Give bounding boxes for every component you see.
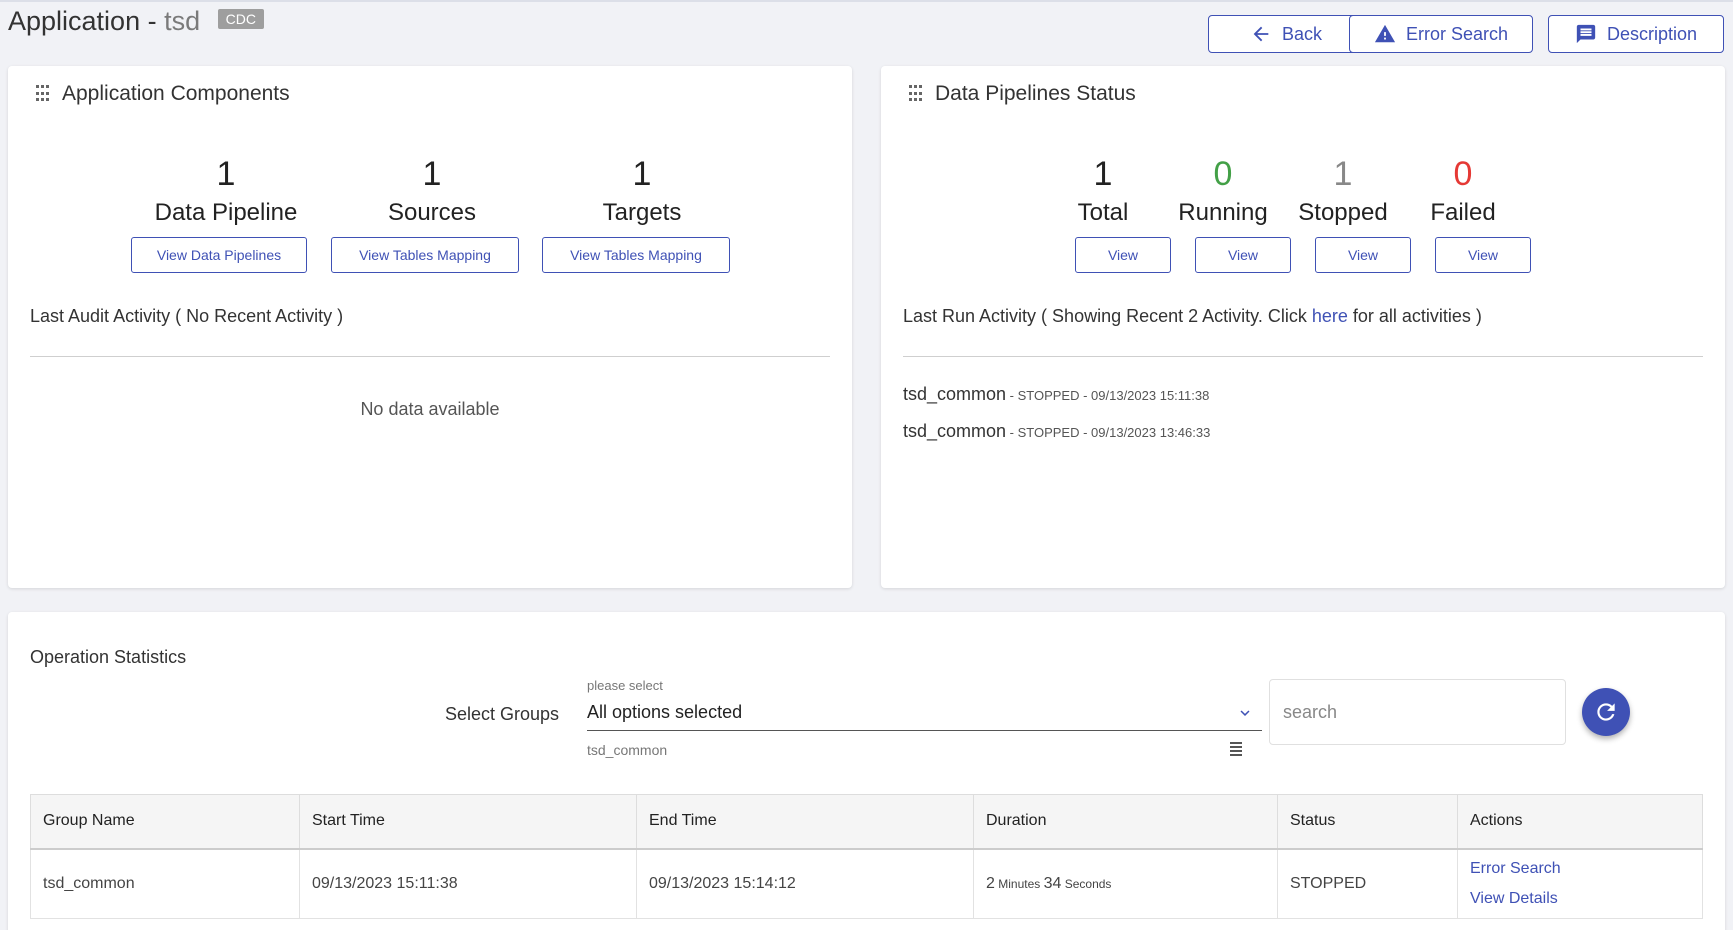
arrow-left-icon [1253, 26, 1269, 42]
last-run-label: Last Run Activity ( Showing Recent 2 Act… [903, 306, 1482, 327]
duration-minutes-unit: Minutes [994, 876, 1044, 891]
stat-sources: 1 Sources [312, 154, 552, 228]
cell-status: STOPPED [1277, 848, 1458, 919]
col-group-name[interactable]: Group Name [30, 794, 300, 850]
table-row: tsd_common 09/13/2023 15:11:38 09/13/202… [30, 848, 1703, 919]
cell-start-time: 09/13/2023 15:11:38 [299, 848, 637, 919]
warning-icon [1374, 24, 1396, 43]
view-total-button[interactable]: View [1075, 237, 1171, 273]
cell-group-name: tsd_common [30, 848, 300, 919]
drag-handle-icon[interactable] [909, 85, 923, 103]
components-title: Application Components [62, 82, 290, 105]
cdc-badge: CDC [217, 9, 264, 29]
application-components-card: Application Components 1 Data Pipeline V… [8, 66, 852, 588]
list-icon[interactable] [1230, 742, 1244, 756]
view-data-pipelines-button[interactable]: View Data Pipelines [131, 237, 307, 273]
run-meta: - STOPPED - 09/13/2023 15:11:38 [1006, 388, 1210, 403]
duration-minutes: 2 [986, 874, 995, 892]
operation-statistics-title: Operation Statistics [30, 647, 187, 667]
row-error-search-link[interactable]: Error Search [1470, 854, 1690, 884]
run-name: tsd_common [903, 384, 1007, 404]
top-border [0, 0, 1733, 2]
description-label: Description [1606, 23, 1698, 44]
last-audit-label: Last Audit Activity ( No Recent Activity… [30, 306, 344, 326]
stat-failed: 0 Failed [1383, 154, 1543, 228]
error-search-button[interactable]: Error Search [1349, 15, 1533, 53]
no-data-text: No data available [360, 399, 500, 419]
title-prefix: Application - [8, 6, 165, 36]
duration-seconds-unit: Seconds [1061, 876, 1112, 891]
view-sources-mapping-button[interactable]: View Tables Mapping [331, 237, 519, 273]
stat-label: Sources [387, 199, 477, 226]
view-running-button[interactable]: View [1195, 237, 1291, 273]
stat-label: Targets [602, 199, 682, 226]
refresh-button[interactable] [1582, 688, 1630, 736]
cell-end-time: 09/13/2023 15:14:12 [636, 848, 974, 919]
last-run-prefix: Last Run Activity ( Showing Recent 2 Act… [903, 306, 1312, 326]
select-hint: please select [587, 678, 663, 693]
stat-data-pipeline: 1 Data Pipeline [106, 154, 346, 228]
comment-icon [1576, 24, 1596, 44]
components-card-header: Application Components [36, 82, 290, 106]
stat-targets: 1 Targets [522, 154, 762, 228]
run-meta: - STOPPED - 09/13/2023 13:46:33 [1006, 425, 1211, 440]
stat-label: Failed [1430, 199, 1496, 226]
all-activities-link[interactable]: here [1312, 306, 1348, 326]
chevron-down-icon [1240, 709, 1250, 716]
view-stopped-button[interactable]: View [1315, 237, 1411, 273]
divider [30, 356, 830, 357]
refresh-icon [1597, 703, 1615, 721]
operations-table: Group Name Start Time End Time Duration … [30, 794, 1703, 919]
operation-statistics-card: Operation Statistics Select Groups pleas… [8, 612, 1725, 930]
app-name: tsd [164, 6, 201, 36]
select-groups-label: Select Groups [445, 704, 560, 724]
stat-value: 0 [1453, 155, 1473, 193]
description-button[interactable]: Description [1548, 15, 1724, 53]
cell-actions: Error Search View Details [1457, 848, 1703, 919]
col-status[interactable]: Status [1277, 794, 1458, 850]
stat-label: Data Pipeline [154, 199, 298, 226]
view-targets-mapping-button[interactable]: View Tables Mapping [542, 237, 730, 273]
back-button[interactable]: Back [1208, 15, 1364, 53]
back-label: Back [1281, 23, 1323, 44]
cell-duration: 2 Minutes 34 Seconds [973, 848, 1278, 919]
stat-value: 1 [216, 155, 236, 193]
pipelines-title: Data Pipelines Status [935, 82, 1136, 105]
select-groups-dropdown[interactable]: All options selected [587, 695, 1262, 731]
data-pipelines-status-card: Data Pipelines Status 1 Total View 0 Run… [881, 66, 1725, 588]
duration-seconds: 34 [1043, 874, 1062, 892]
col-actions: Actions [1457, 794, 1703, 850]
run-activity-item: tsd_common - STOPPED - 09/13/2023 15:11:… [903, 384, 1209, 405]
divider [903, 356, 1703, 357]
pipelines-card-header: Data Pipelines Status [909, 82, 1136, 106]
table-header-row: Group Name Start Time End Time Duration … [30, 794, 1703, 850]
col-duration[interactable]: Duration [973, 794, 1278, 850]
last-run-suffix: for all activities ) [1347, 306, 1482, 326]
col-start-time[interactable]: Start Time [299, 794, 637, 850]
selected-group-item: tsd_common [587, 742, 668, 758]
col-end-time[interactable]: End Time [636, 794, 974, 850]
error-search-label: Error Search [1405, 23, 1509, 44]
stat-value: 1 [422, 155, 442, 193]
search-input[interactable] [1269, 679, 1566, 745]
drag-handle-icon[interactable] [36, 85, 50, 103]
run-activity-item: tsd_common - STOPPED - 09/13/2023 13:46:… [903, 421, 1210, 442]
view-failed-button[interactable]: View [1435, 237, 1531, 273]
stat-value: 1 [632, 155, 652, 193]
run-name: tsd_common [903, 421, 1007, 441]
page-title: Application - tsd CDC [8, 6, 264, 37]
select-value: All options selected [587, 702, 743, 722]
row-view-details-link[interactable]: View Details [1470, 884, 1690, 914]
